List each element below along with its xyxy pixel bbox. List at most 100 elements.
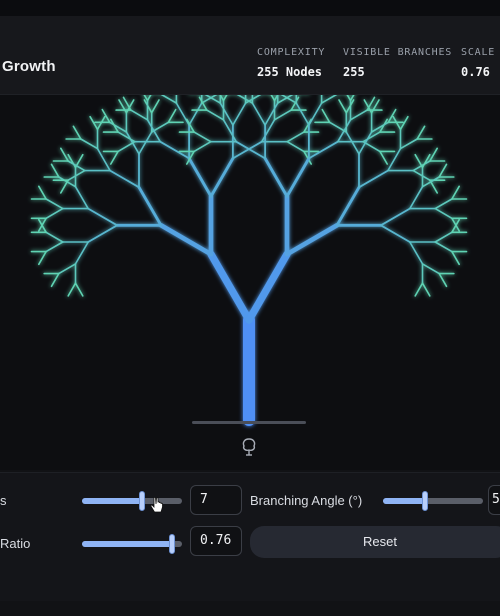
tree-branch bbox=[328, 121, 348, 133]
tree-branch bbox=[321, 108, 331, 124]
stat-visible-branches-label: VISIBLE BRANCHES bbox=[343, 47, 453, 58]
tree-branch bbox=[117, 140, 136, 153]
tree-branch bbox=[286, 140, 305, 153]
tree-branch bbox=[37, 250, 47, 266]
tree-branch bbox=[408, 185, 424, 210]
tree-branch bbox=[160, 95, 178, 104]
tree-branch bbox=[434, 207, 453, 220]
tree-branch bbox=[379, 150, 389, 165]
tree-branch bbox=[346, 95, 352, 102]
tree-branch bbox=[200, 95, 218, 104]
tree-branch bbox=[204, 95, 222, 104]
tree-branch bbox=[438, 163, 448, 178]
tree-branch bbox=[284, 223, 340, 257]
tree-branch bbox=[295, 102, 310, 126]
tree-branch bbox=[232, 102, 247, 126]
depth-slider[interactable] bbox=[82, 491, 182, 511]
tree-branch bbox=[130, 109, 149, 121]
tree-branch bbox=[219, 102, 234, 126]
reset-button[interactable]: Reset bbox=[250, 526, 500, 558]
tree-branch bbox=[109, 169, 140, 189]
tree-branch bbox=[307, 140, 339, 160]
depth-slider-fill bbox=[82, 498, 142, 504]
ratio-slider-thumb[interactable] bbox=[169, 534, 175, 554]
tree-branch bbox=[222, 95, 228, 102]
tree-branch bbox=[138, 131, 153, 155]
ratio-input[interactable]: 0.76 bbox=[190, 526, 242, 556]
tree-branch bbox=[45, 231, 64, 243]
tree-branch bbox=[349, 109, 369, 121]
tree-branch bbox=[335, 185, 361, 227]
tree-branch bbox=[80, 138, 99, 150]
tree-branch bbox=[434, 198, 453, 210]
tree-branch bbox=[235, 140, 267, 160]
angle-slider-thumb[interactable] bbox=[422, 491, 428, 511]
ratio-slider[interactable] bbox=[82, 534, 182, 554]
tree-branch bbox=[74, 241, 89, 265]
tree-branch bbox=[207, 250, 253, 324]
tree-branch bbox=[57, 263, 77, 275]
tree-branch bbox=[434, 231, 453, 243]
tree-branch bbox=[231, 140, 263, 160]
depth-slider-thumb[interactable] bbox=[139, 491, 145, 511]
tree-branch bbox=[236, 95, 254, 104]
tree-branch bbox=[87, 207, 118, 227]
tree-branch bbox=[421, 263, 441, 275]
tree-branch bbox=[264, 102, 279, 126]
hand-cursor-icon bbox=[150, 497, 163, 513]
ground-line bbox=[192, 421, 306, 424]
tree-branch bbox=[150, 99, 160, 114]
stat-complexity-value: 255 Nodes bbox=[257, 65, 323, 79]
tree-branch bbox=[87, 224, 118, 243]
tree-branch bbox=[146, 95, 152, 102]
tree-branch bbox=[110, 150, 119, 165]
tree-branch bbox=[320, 95, 338, 104]
tree-icon[interactable] bbox=[241, 438, 257, 456]
tree-branch bbox=[244, 95, 262, 104]
stat-complexity: COMPLEXITY 255 Nodes bbox=[257, 47, 325, 79]
tree-branch bbox=[59, 147, 69, 162]
tree-branch bbox=[209, 156, 235, 198]
tree-branch bbox=[187, 156, 213, 198]
angle-slider-fill bbox=[383, 498, 425, 504]
depth-input[interactable]: 7 bbox=[190, 485, 242, 515]
tree-branch bbox=[50, 163, 60, 178]
tree-branch bbox=[45, 198, 64, 210]
tree-branch bbox=[286, 131, 305, 143]
tree-branch bbox=[45, 207, 64, 220]
tree-branch bbox=[251, 102, 266, 126]
depth-label: s bbox=[0, 493, 7, 508]
tree-branch bbox=[45, 241, 64, 253]
tree-branch bbox=[72, 125, 82, 140]
tree-branch bbox=[338, 99, 348, 114]
tree-branch bbox=[345, 131, 360, 155]
tree-branch bbox=[416, 125, 426, 140]
tree-branch bbox=[421, 176, 441, 188]
angle-input[interactable]: 5 bbox=[488, 485, 500, 515]
tree-branch bbox=[67, 160, 86, 172]
tree-branch bbox=[280, 95, 298, 104]
tree-branch bbox=[67, 282, 77, 297]
tree-branch bbox=[408, 241, 424, 265]
tree-canvas[interactable] bbox=[0, 95, 500, 470]
tree-branch bbox=[167, 108, 177, 124]
tree-branch bbox=[451, 185, 461, 200]
fractal-tree bbox=[30, 95, 468, 426]
tree-branch bbox=[270, 95, 276, 102]
angle-slider[interactable] bbox=[383, 491, 483, 511]
tree-branch bbox=[245, 250, 291, 324]
tree-branch bbox=[451, 250, 461, 266]
tree-branch bbox=[421, 282, 431, 297]
tree-branch bbox=[429, 147, 439, 162]
tree-branch bbox=[414, 282, 424, 297]
tree-branch bbox=[37, 185, 47, 200]
ratio-label: Ratio bbox=[0, 536, 31, 551]
tree-branch bbox=[412, 169, 431, 181]
tree-branch bbox=[158, 223, 214, 257]
tree-branch bbox=[59, 179, 69, 194]
stat-complexity-label: COMPLEXITY bbox=[257, 47, 326, 58]
tree-branch bbox=[74, 282, 84, 297]
stat-visible-branches: VISIBLE BRANCHES 255 bbox=[343, 47, 452, 79]
tree-branch bbox=[399, 138, 419, 150]
tree-branch bbox=[434, 241, 453, 253]
